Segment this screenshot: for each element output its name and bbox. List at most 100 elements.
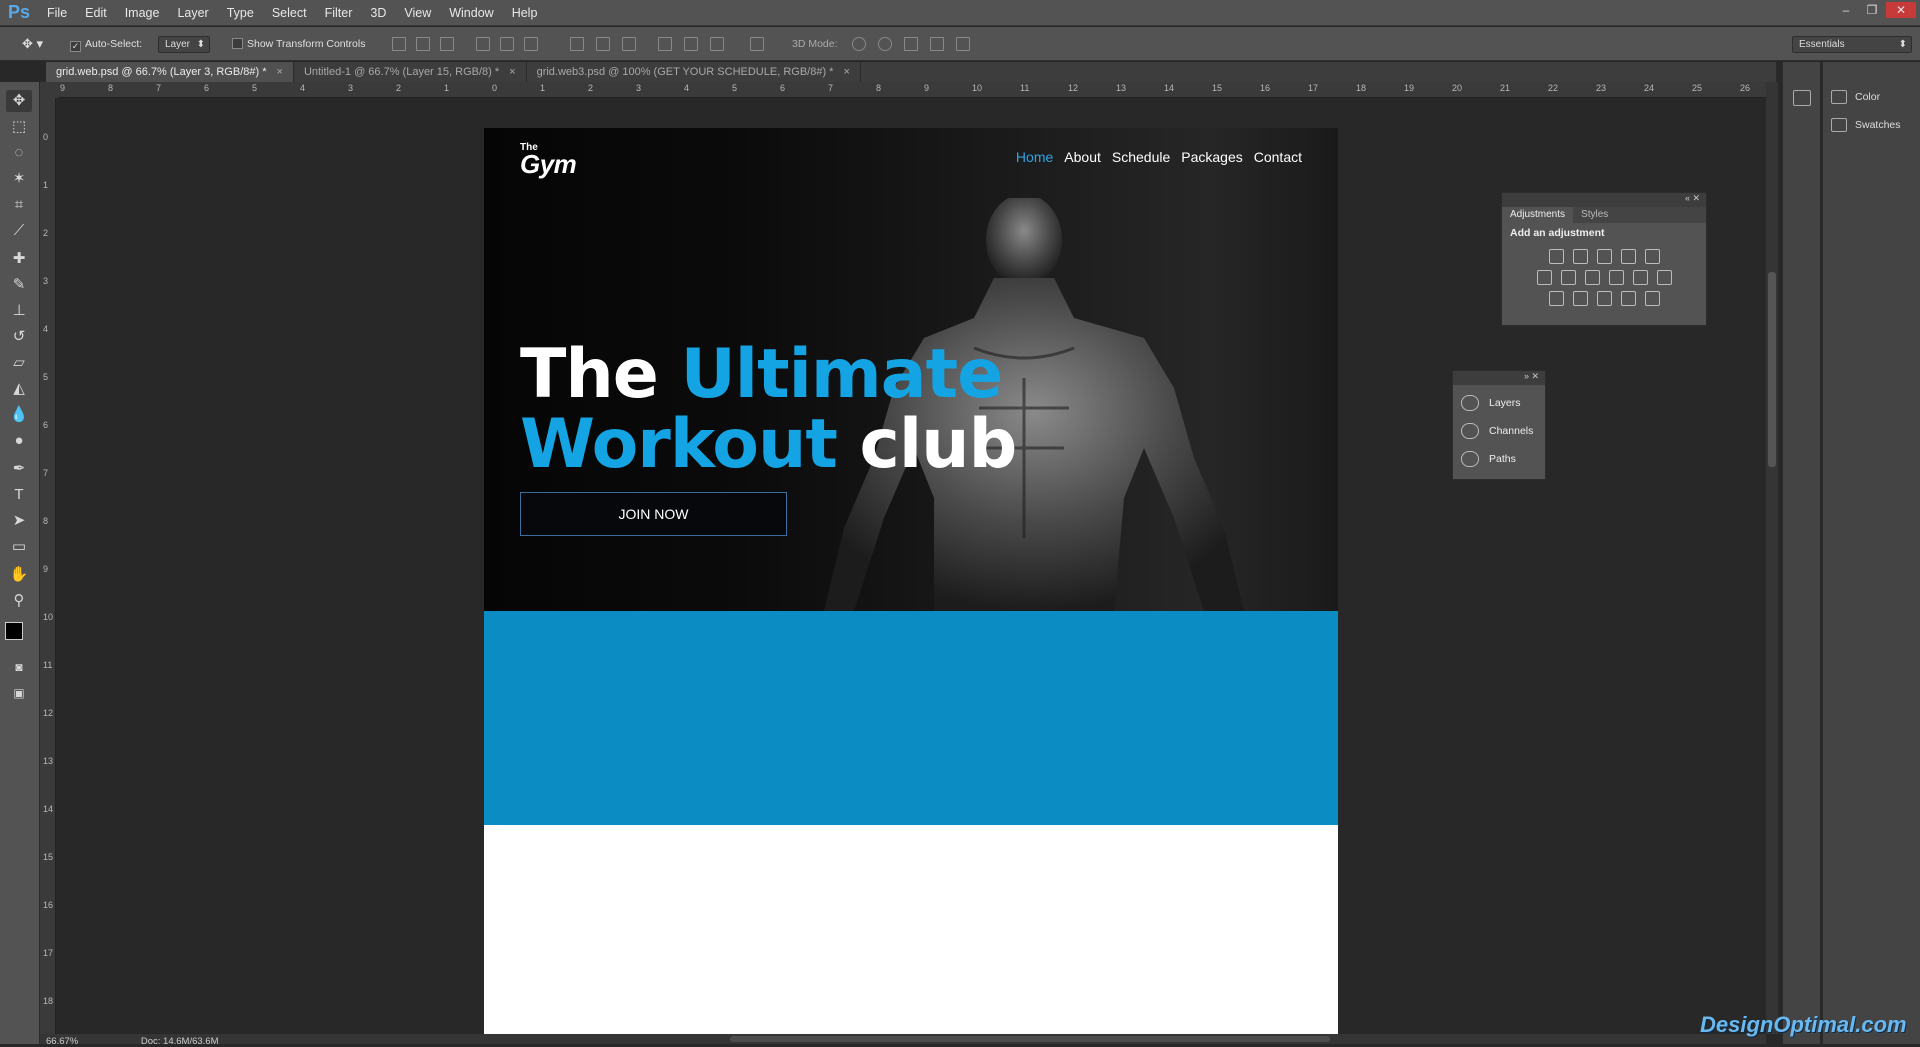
document-canvas[interactable]: The Gym Home About Schedule Packages Con… bbox=[484, 128, 1338, 1044]
paint-bucket-icon[interactable]: ◭ bbox=[6, 378, 32, 400]
zoom-tool-icon[interactable]: ⚲ bbox=[6, 590, 32, 612]
menu-image[interactable]: Image bbox=[116, 0, 169, 26]
menu-layer[interactable]: Layer bbox=[168, 0, 217, 26]
3d-orbit-icon[interactable] bbox=[852, 37, 866, 51]
workspace-dropdown[interactable]: Essentials ⬍ bbox=[1792, 36, 1912, 53]
crop-tool-icon[interactable]: ⌗ bbox=[6, 194, 32, 216]
tab-grid-web[interactable]: grid.web.psd @ 66.7% (Layer 3, RGB/8#) *… bbox=[46, 62, 294, 82]
gradient-map-icon[interactable] bbox=[1644, 291, 1660, 306]
ruler-origin[interactable] bbox=[40, 82, 58, 98]
menu-edit[interactable]: Edit bbox=[76, 0, 116, 26]
vertical-scroll-thumb[interactable] bbox=[1768, 272, 1776, 467]
auto-select-dropdown[interactable]: Layer ⬍ bbox=[158, 36, 210, 53]
auto-align-icon[interactable] bbox=[750, 37, 764, 51]
align-hcenter-icon[interactable] bbox=[500, 37, 514, 51]
channels-button[interactable]: Channels bbox=[1461, 423, 1533, 439]
color-lookup-icon[interactable] bbox=[1656, 270, 1672, 285]
3d-scale-icon[interactable] bbox=[956, 37, 970, 51]
menu-type[interactable]: Type bbox=[218, 0, 263, 26]
panel-header[interactable]: « ✕ bbox=[1502, 193, 1706, 207]
distribute-bottom-icon[interactable] bbox=[622, 37, 636, 51]
panel-header[interactable]: » ✕ bbox=[1453, 371, 1545, 385]
tab-untitled-1[interactable]: Untitled-1 @ 66.7% (Layer 15, RGB/8) * × bbox=[293, 62, 527, 82]
menu-select[interactable]: Select bbox=[263, 0, 316, 26]
horizontal-scroll-thumb[interactable] bbox=[730, 1036, 1330, 1042]
horizontal-scrollbar[interactable] bbox=[40, 1034, 1766, 1044]
nav-contact[interactable]: Contact bbox=[1243, 149, 1302, 165]
history-brush-icon[interactable]: ↺ bbox=[6, 326, 32, 348]
menu-file[interactable]: File bbox=[38, 0, 76, 26]
restore-icon[interactable]: ❐ bbox=[1860, 2, 1884, 18]
healing-brush-icon[interactable]: ✚ bbox=[6, 248, 32, 270]
magic-wand-icon[interactable]: ✶ bbox=[6, 168, 32, 190]
tab-grid-web3[interactable]: grid.web3.psd @ 100% (GET YOUR SCHEDULE,… bbox=[526, 62, 861, 82]
levels-icon[interactable] bbox=[1572, 249, 1588, 264]
align-right-icon[interactable] bbox=[524, 37, 538, 51]
move-tool-icon[interactable]: ✥ ▾ bbox=[22, 35, 43, 53]
vibrance-icon[interactable] bbox=[1644, 249, 1660, 264]
3d-roll-icon[interactable] bbox=[878, 37, 892, 51]
distribute-hcenter-icon[interactable] bbox=[684, 37, 698, 51]
posterize-icon[interactable] bbox=[1572, 291, 1588, 306]
tab-styles[interactable]: Styles bbox=[1573, 207, 1616, 223]
dodge-tool-icon[interactable]: ● bbox=[6, 430, 32, 452]
auto-select-checkbox[interactable]: ✓ bbox=[70, 41, 81, 52]
align-top-icon[interactable] bbox=[392, 37, 406, 51]
clone-stamp-icon[interactable]: ⊥ bbox=[6, 300, 32, 322]
swatches-panel-button[interactable]: Swatches bbox=[1831, 118, 1901, 132]
distribute-top-icon[interactable] bbox=[570, 37, 584, 51]
screen-mode-icon[interactable]: ▣ bbox=[6, 682, 32, 704]
layers-button[interactable]: Layers bbox=[1461, 395, 1521, 411]
3d-slide-icon[interactable] bbox=[930, 37, 944, 51]
vertical-scrollbar[interactable] bbox=[1766, 82, 1778, 1034]
close-icon[interactable]: × bbox=[509, 66, 515, 78]
rectangle-tool-icon[interactable]: ▭ bbox=[6, 536, 32, 558]
move-tool-icon[interactable]: ✥ bbox=[6, 90, 32, 112]
eraser-icon[interactable]: ▱ bbox=[6, 352, 32, 374]
foreground-color-swatch[interactable] bbox=[5, 622, 23, 640]
hand-tool-icon[interactable]: ✋ bbox=[6, 564, 32, 586]
collapse-close-icon[interactable]: » ✕ bbox=[1524, 371, 1545, 382]
close-icon[interactable]: × bbox=[843, 66, 849, 78]
type-tool-icon[interactable]: T bbox=[6, 484, 32, 506]
lasso-tool-icon[interactable]: ◌ bbox=[6, 142, 32, 164]
exposure-icon[interactable] bbox=[1620, 249, 1636, 264]
nav-packages[interactable]: Packages bbox=[1170, 149, 1242, 165]
brightness-icon[interactable] bbox=[1548, 249, 1564, 264]
nav-schedule[interactable]: Schedule bbox=[1101, 149, 1170, 165]
hue-saturation-icon[interactable] bbox=[1536, 270, 1552, 285]
distribute-vcenter-icon[interactable] bbox=[596, 37, 610, 51]
threshold-icon[interactable] bbox=[1596, 291, 1612, 306]
curves-icon[interactable] bbox=[1596, 249, 1612, 264]
close-icon[interactable]: × bbox=[277, 66, 283, 78]
align-bottom-icon[interactable] bbox=[440, 37, 454, 51]
menu-3d[interactable]: 3D bbox=[361, 0, 395, 26]
doc-size[interactable]: Doc: 14.6M/63.6M bbox=[141, 1036, 219, 1047]
black-white-icon[interactable] bbox=[1584, 270, 1600, 285]
marquee-tool-icon[interactable]: ⬚ bbox=[6, 116, 32, 138]
selective-color-icon[interactable] bbox=[1620, 291, 1636, 306]
photo-filter-icon[interactable] bbox=[1608, 270, 1624, 285]
horizontal-ruler[interactable]: 9 8 7 6 5 4 3 2 1 0 1 2 3 4 5 6 7 8 9 10 11 12 13 14 15 16 17 18 19 2… bbox=[58, 82, 1766, 98]
blur-tool-icon[interactable]: 💧 bbox=[6, 404, 32, 426]
align-left-icon[interactable] bbox=[476, 37, 490, 51]
show-transform-checkbox[interactable] bbox=[232, 38, 243, 49]
pen-tool-icon[interactable]: ✒ bbox=[6, 458, 32, 480]
tab-adjustments[interactable]: Adjustments bbox=[1502, 207, 1574, 223]
distribute-left-icon[interactable] bbox=[658, 37, 672, 51]
auto-select-toggle[interactable]: ✓ Auto-Select: bbox=[70, 35, 142, 53]
invert-icon[interactable] bbox=[1548, 291, 1564, 306]
close-icon[interactable]: ✕ bbox=[1886, 2, 1916, 18]
zoom-level[interactable]: 66.67% bbox=[46, 1036, 78, 1047]
vertical-ruler[interactable]: 0 1 2 3 4 5 6 7 8 9 10 11 12 13 14 15 16 17 18 bbox=[40, 98, 56, 1034]
menu-view[interactable]: View bbox=[395, 0, 440, 26]
menu-window[interactable]: Window bbox=[440, 0, 502, 26]
join-now-button[interactable]: JOIN NOW bbox=[520, 492, 787, 536]
nav-home[interactable]: Home bbox=[1005, 149, 1053, 165]
distribute-right-icon[interactable] bbox=[710, 37, 724, 51]
show-transform-toggle[interactable]: Show Transform Controls bbox=[232, 35, 365, 53]
quick-mask-icon[interactable]: ◙ bbox=[6, 656, 32, 678]
collapse-close-icon[interactable]: « ✕ bbox=[1685, 193, 1706, 204]
eyedropper-icon[interactable]: ⟋ bbox=[6, 220, 32, 242]
brush-tool-icon[interactable]: ✎ bbox=[6, 274, 32, 296]
